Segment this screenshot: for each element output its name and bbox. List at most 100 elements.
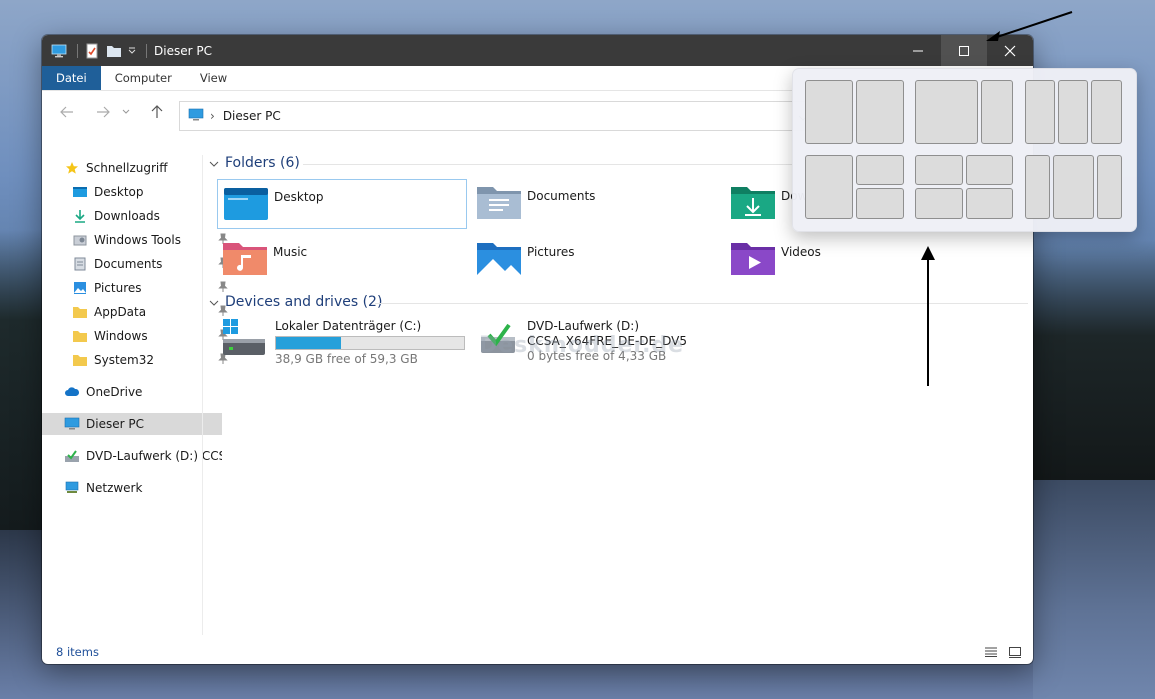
folder-tile-desktop[interactable]: Desktop xyxy=(217,179,467,229)
tab-datei[interactable]: Datei xyxy=(42,66,101,90)
title-separator xyxy=(77,43,78,58)
drive-d[interactable]: DVD-Laufwerk (D:) CCSA_X64FRE_DE-DE_DV5 … xyxy=(479,319,687,364)
background-lake xyxy=(1033,480,1155,699)
arrow-right-icon xyxy=(97,106,110,118)
monitor-icon xyxy=(188,108,204,125)
snap-zone[interactable] xyxy=(1091,80,1122,144)
folder-tile-pictures[interactable]: Pictures xyxy=(471,235,721,285)
background-trees-right xyxy=(1033,240,1155,480)
devices-group-header[interactable]: Devices and drives (2) xyxy=(209,294,382,310)
snap-zone[interactable] xyxy=(915,188,963,219)
network-icon xyxy=(64,480,80,496)
tab-view[interactable]: View xyxy=(186,66,241,90)
sidebar-item-netzwerk[interactable]: Netzwerk xyxy=(42,477,222,499)
minimize-icon xyxy=(913,50,923,51)
sidebar-item-label: OneDrive xyxy=(86,385,143,399)
devices-header-label: Devices and drives (2) xyxy=(225,294,383,310)
watermark-text: Deskmodder.de xyxy=(479,333,685,358)
view-switcher xyxy=(977,644,1025,660)
maximize-icon xyxy=(959,45,969,56)
drive-name: Lokaler Datenträger (C:) xyxy=(275,319,422,333)
documents-icon xyxy=(72,256,88,272)
snap-zone[interactable] xyxy=(805,155,853,219)
monitor-icon xyxy=(50,42,68,60)
snap-zone[interactable] xyxy=(1053,155,1094,219)
recent-locations-button[interactable] xyxy=(118,97,134,127)
drive-usage-bar xyxy=(275,336,465,350)
folder-icon xyxy=(72,304,88,320)
sidebar-item-label: Desktop xyxy=(94,185,144,199)
folder-label: Documents xyxy=(527,189,596,203)
sidebar-item-label: Dieser PC xyxy=(86,417,144,431)
snap-zone[interactable] xyxy=(1025,155,1050,219)
snap-zone[interactable] xyxy=(915,155,963,185)
folder-tile-documents[interactable]: Documents xyxy=(471,179,721,229)
forward-button[interactable] xyxy=(88,97,118,127)
snap-zone[interactable] xyxy=(1097,155,1122,219)
folder-label: Videos xyxy=(781,245,821,259)
pictures-icon xyxy=(72,280,88,296)
up-button[interactable] xyxy=(142,97,172,127)
folders-header-label: Folders (6) xyxy=(225,155,300,171)
sidebar-item-label: AppData xyxy=(94,305,147,319)
folder-label: Music xyxy=(273,245,308,259)
snap-zone[interactable] xyxy=(1058,80,1088,144)
navigation-pane: Schnellzugriff Desktop Downloads Windows… xyxy=(42,155,228,635)
folder-tile-music[interactable]: Music xyxy=(217,235,467,285)
list-icon xyxy=(985,647,997,657)
item-count: 8 items xyxy=(56,645,99,659)
chevron-down-icon xyxy=(209,155,219,171)
title-separator xyxy=(146,43,147,58)
snap-zone[interactable] xyxy=(915,80,978,144)
folder-label: Pictures xyxy=(527,245,575,259)
sidebar-item-dieser-pc[interactable]: Dieser PC xyxy=(42,413,222,435)
properties-icon[interactable] xyxy=(83,42,101,60)
folder-icon xyxy=(72,352,88,368)
videos-folder-icon xyxy=(731,241,775,278)
drive-c[interactable]: Lokaler Datenträger (C:) 38,9 GB free of… xyxy=(221,319,465,367)
snap-zone[interactable] xyxy=(856,188,904,219)
sidebar-item-dvd-drive[interactable]: DVD-Laufwerk (D:) CCSA_X64FRE_DE-DE_DV5 xyxy=(42,445,222,467)
quick-access-dropdown-icon[interactable] xyxy=(127,42,137,60)
sidebar-item-label: System32 xyxy=(94,353,155,367)
tiles-view-button[interactable] xyxy=(1005,644,1025,660)
sidebar-item-label: Windows Tools xyxy=(94,233,181,247)
sidebar-item-label: Documents xyxy=(94,257,163,271)
desktop-folder-icon xyxy=(224,186,268,223)
snap-zone[interactable] xyxy=(966,188,1013,219)
arrow-up-icon xyxy=(151,105,163,118)
sidebar-item-label: Schnellzugriff xyxy=(86,161,168,175)
dvd-icon xyxy=(64,448,80,464)
tab-computer[interactable]: Computer xyxy=(101,66,186,90)
chevron-down-icon xyxy=(209,294,219,310)
folder-icon xyxy=(72,328,88,344)
snap-zone[interactable] xyxy=(805,80,853,144)
hard-drive-icon xyxy=(221,319,267,367)
snap-zone[interactable] xyxy=(1025,80,1055,144)
annotation-arrow-snap-layouts xyxy=(921,246,935,386)
cloud-icon xyxy=(64,384,80,400)
details-view-button[interactable] xyxy=(981,644,1001,660)
status-bar: 8 items xyxy=(42,640,1033,664)
snap-zone[interactable] xyxy=(856,155,904,185)
star-icon xyxy=(64,160,80,176)
minimize-button[interactable] xyxy=(895,35,941,66)
drive-name: DVD-Laufwerk (D:) xyxy=(527,319,640,333)
back-button[interactable] xyxy=(52,97,82,127)
documents-folder-icon xyxy=(477,185,521,222)
annotation-arrow-maximize xyxy=(986,11,1073,41)
snap-zone[interactable] xyxy=(966,155,1013,185)
sidebar-item-schnellzugriff[interactable]: Schnellzugriff xyxy=(42,157,222,179)
pictures-folder-icon xyxy=(477,241,521,278)
folders-group-header[interactable]: Folders (6) xyxy=(209,155,300,171)
chevron-down-icon xyxy=(122,109,130,114)
sidebar-item-onedrive[interactable]: OneDrive xyxy=(42,381,222,403)
new-folder-icon[interactable] xyxy=(105,42,123,60)
snap-zone[interactable] xyxy=(981,80,1013,144)
sidebar-item-label: Netzwerk xyxy=(86,481,143,495)
snap-zone[interactable] xyxy=(856,80,904,144)
breadcrumb-dieser-pc[interactable]: Dieser PC xyxy=(223,109,281,123)
desktop-folder-icon xyxy=(72,184,88,200)
address-bar[interactable]: › Dieser PC xyxy=(179,101,859,131)
title-bar[interactable]: Dieser PC xyxy=(42,35,1033,66)
